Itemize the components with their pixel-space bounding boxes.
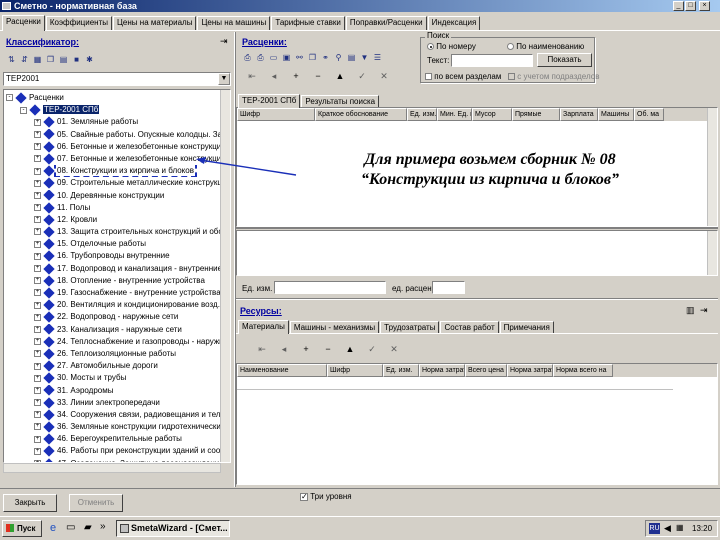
annotation-text: Для примера возьмем сборник № 08 “Констр…	[300, 150, 680, 190]
callout-arrow	[196, 157, 297, 176]
tab-materials[interactable]: Материалы	[238, 320, 289, 334]
tab-rates[interactable]: Расценки	[2, 15, 45, 31]
annotation-line-1: Для примера возьмем сборник № 08	[364, 151, 616, 168]
annotation-line-2: “Конструкции из кирпича и блоков”	[360, 171, 620, 188]
tab-ter2001[interactable]: ТЕР-2001 СПб	[238, 94, 301, 108]
